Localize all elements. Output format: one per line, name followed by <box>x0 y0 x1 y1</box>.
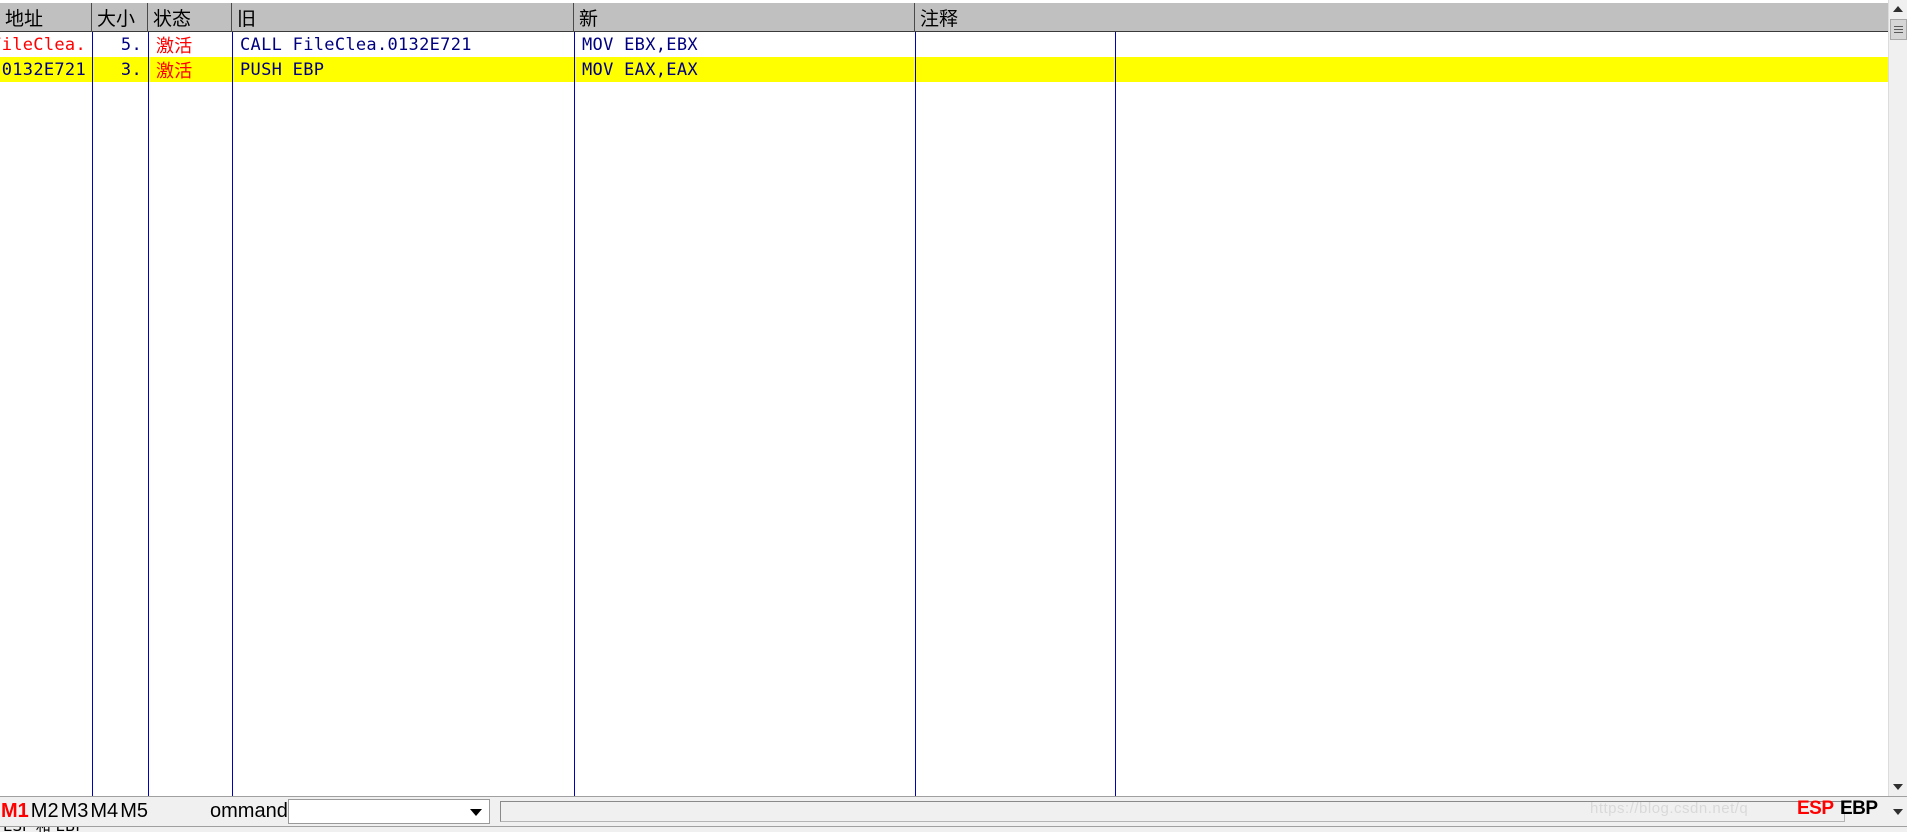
column-header-state-label: 状态 <box>153 4 191 31</box>
table-row[interactable]: 0132E721 3. 激活 PUSH EBP MOV EAX,EAX <box>0 57 1888 82</box>
column-divider-address-size[interactable] <box>92 32 93 796</box>
column-header-new-label: 新 <box>579 4 598 31</box>
cutoff-status-text: ESP 和 EBP <box>3 826 84 832</box>
column-header-old[interactable]: 旧 <box>232 3 574 32</box>
triangle-down-icon <box>1893 809 1903 815</box>
cell-state: 激活 <box>150 32 232 57</box>
cell-comment <box>1117 32 1888 57</box>
chevron-down-icon[interactable] <box>470 809 482 816</box>
column-header-address-label: 地址 <box>5 4 43 31</box>
cutoff-status-strip: ESP 和 EBP <box>0 826 1907 832</box>
patch-table-panel: 地址 大小 状态 旧 新 注释 FileClea. 5. 激活 CALL Fil… <box>0 0 1888 796</box>
memory-button-m2[interactable]: M2 <box>30 800 60 823</box>
column-divider-comment-inner[interactable] <box>1115 32 1116 796</box>
column-divider-state-old[interactable] <box>232 32 233 796</box>
scroll-down-button[interactable] <box>1889 778 1907 796</box>
cell-size: 3. <box>92 57 148 82</box>
column-header-comment[interactable]: 注释 <box>915 3 1888 32</box>
grip-lines-icon <box>1894 24 1903 35</box>
column-header-size-label: 大小 <box>97 4 135 31</box>
column-header-new[interactable]: 新 <box>574 3 915 32</box>
scroll-up-button[interactable] <box>1889 0 1907 18</box>
cell-size: 5. <box>92 32 148 57</box>
column-header-old-label: 旧 <box>237 4 256 31</box>
command-combobox[interactable] <box>288 799 490 824</box>
cell-old: PUSH EBP <box>234 57 574 82</box>
table-row[interactable]: FileClea. 5. 激活 CALL FileClea.0132E721 M… <box>0 32 1888 57</box>
triangle-down-icon <box>1893 784 1903 790</box>
cell-address: 0132E721 <box>0 57 92 82</box>
column-header-size[interactable]: 大小 <box>92 3 148 32</box>
memory-button-m4[interactable]: M4 <box>89 800 119 823</box>
horizontal-scroll-right-button[interactable] <box>1888 797 1907 826</box>
column-header-state[interactable]: 状态 <box>148 3 232 32</box>
memory-button-m1[interactable]: M1 <box>0 800 30 823</box>
cell-old: CALL FileClea.0132E721 <box>234 32 574 57</box>
patch-window: 地址 大小 状态 旧 新 注释 FileClea. 5. 激活 CALL Fil… <box>0 0 1907 832</box>
column-divider-old-new[interactable] <box>574 32 575 796</box>
status-field[interactable] <box>500 801 1845 822</box>
cell-state: 激活 <box>150 57 232 82</box>
vertical-scrollbar-thumb[interactable] <box>1890 19 1907 40</box>
table-header-row: 地址 大小 状态 旧 新 注释 <box>0 2 1888 32</box>
cell-new: MOV EBX,EBX <box>576 32 915 57</box>
triangle-up-icon <box>1893 6 1903 12</box>
column-divider-size-state[interactable] <box>148 32 149 796</box>
cell-comment <box>1117 57 1888 82</box>
memory-button-m3[interactable]: M3 <box>60 800 90 823</box>
vertical-scrollbar[interactable] <box>1888 0 1907 796</box>
bottom-toolbar: M1 M2 M3 M4 M5 ommand <box>0 796 1907 826</box>
column-divider-new-comment[interactable] <box>915 32 916 796</box>
memory-buttons-group: M1 M2 M3 M4 M5 <box>0 797 149 826</box>
column-header-comment-label: 注释 <box>920 4 958 31</box>
command-label: ommand <box>210 797 288 826</box>
cell-new: MOV EAX,EAX <box>576 57 915 82</box>
cell-address: FileClea. <box>0 32 92 57</box>
column-header-address[interactable]: 地址 <box>0 3 92 32</box>
memory-button-m5[interactable]: M5 <box>119 800 149 823</box>
